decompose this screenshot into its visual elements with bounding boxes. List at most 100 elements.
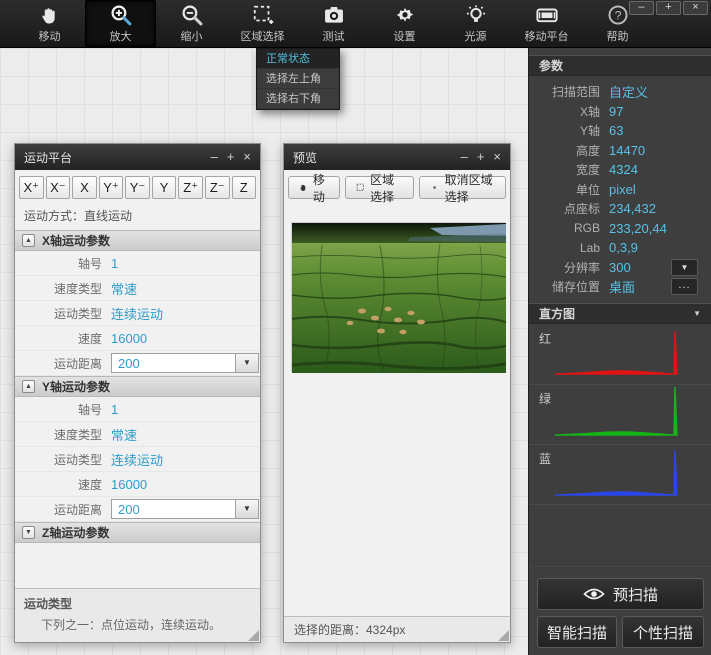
toolbar-item-zoom-in[interactable]: 放大 bbox=[85, 0, 156, 47]
z-axis-section-header[interactable]: ▼ Z轴运动参数 bbox=[15, 522, 260, 543]
preview-move-button[interactable]: 移动 bbox=[288, 176, 340, 199]
toolbar-item-zoom-out[interactable]: 缩小 bbox=[156, 0, 227, 47]
panel-close-button[interactable]: × bbox=[493, 144, 501, 170]
window-close-button[interactable]: × bbox=[683, 1, 708, 15]
resize-grip[interactable] bbox=[498, 630, 509, 641]
y-speed-row: 速度 16000 bbox=[15, 472, 260, 497]
collapse-up-icon[interactable]: ▲ bbox=[22, 234, 35, 247]
storage-browse-button[interactable]: ... bbox=[671, 278, 698, 295]
histogram-header[interactable]: 直方图 ▼ bbox=[529, 303, 711, 324]
z-axis-section-title: Z轴运动参数 bbox=[42, 524, 109, 541]
footer-text: 下列之一：点位运动，连续运动。 bbox=[24, 616, 251, 633]
gear-icon bbox=[394, 4, 416, 26]
lightbulb-icon bbox=[465, 4, 487, 26]
window-maximize-button[interactable]: + bbox=[656, 1, 681, 15]
preview-panel-titlebar[interactable]: 预览 – + × bbox=[284, 144, 510, 170]
smart-scan-button[interactable]: 智能扫描 bbox=[537, 616, 617, 648]
param-label: 宽度 bbox=[529, 161, 609, 178]
resize-grip[interactable] bbox=[248, 630, 259, 641]
blue-channel-label: 蓝 bbox=[539, 450, 551, 467]
param-value[interactable]: 4324 bbox=[609, 162, 638, 177]
panel-maximize-button[interactable]: + bbox=[227, 144, 235, 170]
field-value[interactable]: 连续运动 bbox=[111, 304, 163, 323]
zoom-out-icon bbox=[181, 4, 203, 26]
param-value: 0,3,9 bbox=[609, 240, 638, 255]
panel-minimize-button[interactable]: – bbox=[211, 144, 218, 170]
window-controls: – + × bbox=[629, 1, 708, 15]
field-label: 速度 bbox=[15, 330, 111, 347]
toolbar-item-label: 区域选择 bbox=[241, 28, 285, 44]
preview-panel-controls: – + × bbox=[461, 144, 501, 170]
axis-jog-buttons: X⁺ X⁻ X Y⁺ Y⁻ Y Z⁺ Z⁻ Z bbox=[15, 170, 260, 204]
axis-button-y-minus[interactable]: Y⁻ bbox=[125, 176, 150, 199]
svg-text:?: ? bbox=[614, 8, 621, 22]
param-value[interactable]: 自定义 bbox=[609, 82, 648, 101]
param-value[interactable]: pixel bbox=[609, 182, 636, 197]
field-value[interactable]: 1 bbox=[111, 256, 118, 271]
axis-button-y[interactable]: Y bbox=[152, 176, 177, 199]
menu-item-select-top-left[interactable]: 选择左上角 bbox=[257, 69, 339, 89]
x-axis-section-header[interactable]: ▲ X轴运动参数 bbox=[15, 230, 260, 251]
toolbar-item-settings[interactable]: 设置 bbox=[369, 0, 440, 47]
toolbar-item-label: 光源 bbox=[465, 28, 487, 44]
menu-item-select-bottom-right[interactable]: 选择右下角 bbox=[257, 89, 339, 109]
x-distance-dropdown[interactable]: 200 ▼ bbox=[111, 353, 259, 373]
field-value[interactable]: 16000 bbox=[111, 477, 147, 492]
param-value[interactable]: 14470 bbox=[609, 143, 645, 158]
field-label: 运动类型 bbox=[15, 451, 111, 468]
param-value[interactable]: 63 bbox=[609, 123, 623, 138]
rgb-row: RGB 233,20,44 bbox=[529, 219, 711, 239]
toolbar-item-move[interactable]: 移动 bbox=[14, 0, 85, 47]
collapse-up-icon[interactable]: ▲ bbox=[22, 380, 35, 393]
axis-button-z-plus[interactable]: Z⁺ bbox=[178, 176, 203, 199]
panel-close-button[interactable]: × bbox=[243, 144, 251, 170]
parameters-header: 参数 bbox=[529, 55, 711, 76]
preview-region-select-button[interactable]: 区域选择 bbox=[345, 176, 414, 199]
chevron-down-icon[interactable]: ▼ bbox=[693, 309, 701, 318]
param-value[interactable]: 300 bbox=[609, 260, 631, 275]
axis-button-x-minus[interactable]: X⁻ bbox=[46, 176, 71, 199]
chevron-down-icon[interactable]: ▼ bbox=[235, 354, 258, 372]
axis-button-x-plus[interactable]: X⁺ bbox=[19, 176, 44, 199]
panel-minimize-button[interactable]: – bbox=[461, 144, 468, 170]
custom-scan-button[interactable]: 个性扫描 bbox=[622, 616, 704, 648]
field-value[interactable]: 连续运动 bbox=[111, 450, 163, 469]
window-minimize-button[interactable]: – bbox=[629, 1, 654, 15]
y-distance-dropdown[interactable]: 200 ▼ bbox=[111, 499, 259, 519]
preview-image[interactable] bbox=[291, 222, 505, 372]
collapse-down-icon[interactable]: ▼ bbox=[22, 526, 35, 539]
field-value[interactable]: 16000 bbox=[111, 331, 147, 346]
toolbar-item-region-select[interactable]: 区域选择 bbox=[227, 0, 298, 47]
chevron-down-icon[interactable]: ▼ bbox=[235, 500, 258, 518]
motion-panel-titlebar[interactable]: 运动平台 – + × bbox=[15, 144, 260, 170]
y-axis-number-row: 轴号 1 bbox=[15, 397, 260, 422]
axis-button-z[interactable]: Z bbox=[232, 176, 257, 199]
preview-cancel-region-button[interactable]: 取消区域选择 bbox=[419, 176, 506, 199]
green-channel-label: 绿 bbox=[539, 390, 551, 407]
field-value[interactable]: 1 bbox=[111, 402, 118, 417]
axis-button-y-plus[interactable]: Y⁺ bbox=[99, 176, 124, 199]
panel-maximize-button[interactable]: + bbox=[477, 144, 485, 170]
prescan-button[interactable]: 预扫描 bbox=[537, 578, 704, 610]
param-value[interactable]: 桌面 bbox=[609, 277, 635, 296]
y-axis-row: Y轴 63 bbox=[529, 121, 711, 141]
axis-button-z-minus[interactable]: Z⁻ bbox=[205, 176, 230, 199]
parameters-rows: 扫描范围 自定义 X轴 97 Y轴 63 高度 14470 宽度 4324 单位… bbox=[529, 82, 711, 297]
field-value[interactable]: 常速 bbox=[111, 279, 137, 298]
y-axis-section-header[interactable]: ▲ Y轴运动参数 bbox=[15, 376, 260, 397]
resolution-dropdown-button[interactable]: ▼ bbox=[671, 259, 698, 276]
toolbar-item-light-source[interactable]: 光源 bbox=[440, 0, 511, 47]
toolbar-item-motion-platform[interactable]: 移动平台 bbox=[511, 0, 582, 47]
axis-button-x[interactable]: X bbox=[72, 176, 97, 199]
x-speed-row: 速度 16000 bbox=[15, 326, 260, 351]
param-label: X轴 bbox=[529, 103, 609, 120]
toolbar-item-test[interactable]: 测试 bbox=[298, 0, 369, 47]
param-value[interactable]: 97 bbox=[609, 104, 623, 119]
height-row: 高度 14470 bbox=[529, 141, 711, 161]
menu-item-normal-state[interactable]: 正常状态 bbox=[257, 49, 339, 69]
hand-icon bbox=[299, 181, 308, 194]
histogram-red-plot bbox=[529, 325, 711, 385]
field-value[interactable]: 常速 bbox=[111, 425, 137, 444]
main-toolbar: 移动 放大 缩小 区域选择 测试 bbox=[0, 0, 711, 48]
button-label: 移动 bbox=[313, 171, 329, 205]
